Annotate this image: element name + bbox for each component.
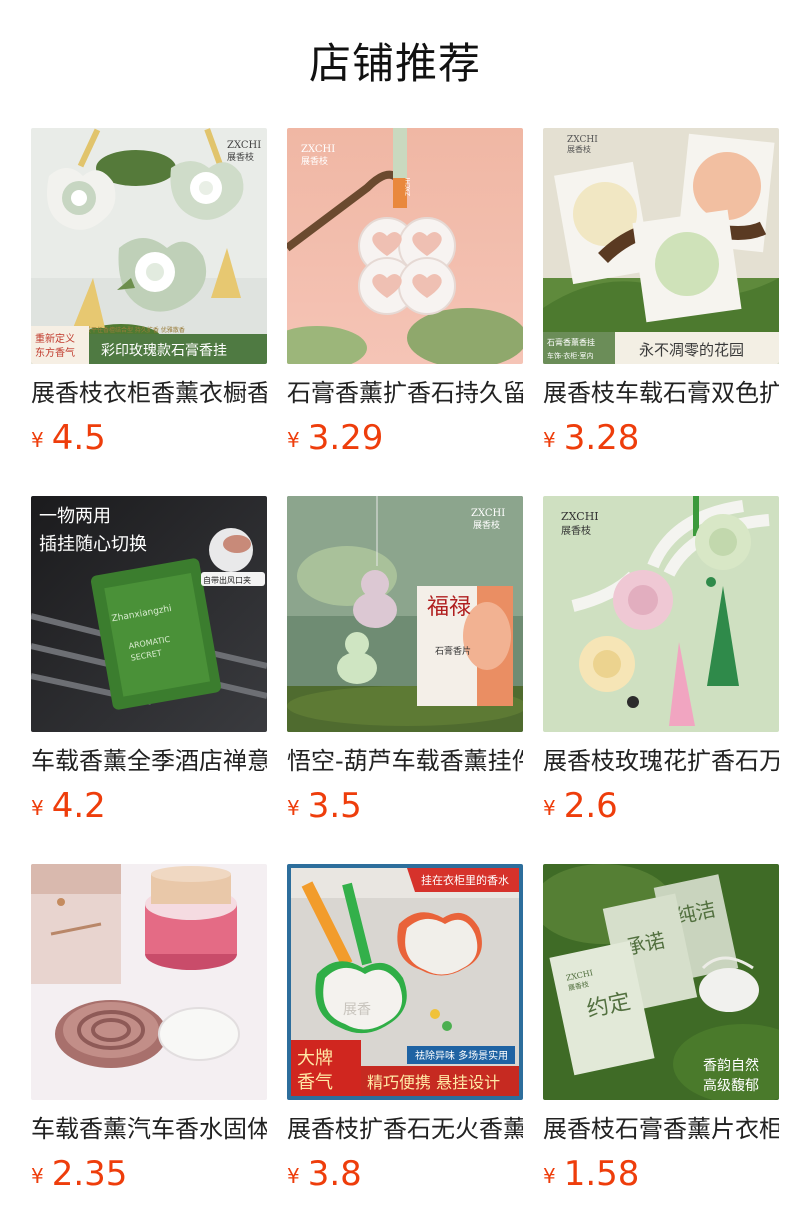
product-name[interactable]: 展香枝车载石膏双色扩香片: [543, 376, 779, 410]
caption1-text: 香韵自然: [703, 1057, 759, 1074]
product-name[interactable]: 车载香薰汽车香水固体膏: [31, 1112, 267, 1146]
product-name[interactable]: 展香枝扩香石无火香薰挂件: [287, 1112, 523, 1146]
currency-symbol: ¥: [543, 1164, 556, 1188]
product-card[interactable]: 纯洁 承诺 ZXCHI 展香枝 约定 香韵自然 高级馥郁 展香枝石膏香薰片衣柜挂…: [543, 864, 779, 1204]
tag-line1-text: 石膏香薰香挂: [547, 337, 595, 347]
hanging-aroma-stone-image: 展香 挂在衣柜里的香水 祛除异味 多场景实用 精巧便携 悬挂设计 大牌 香气: [287, 864, 523, 1100]
product-price: ¥4.2: [31, 784, 106, 828]
product-price: ¥1.58: [543, 1152, 639, 1196]
product-price: ¥3.8: [287, 1152, 362, 1196]
clover-stone-image: ZXCHI ZXCHI 展香枝: [287, 128, 523, 364]
brand-en-text: ZXCHI: [561, 510, 599, 523]
product-name[interactable]: 展香枝石膏香薰片衣柜挂: [543, 1112, 779, 1146]
product-price: ¥2.35: [31, 1152, 127, 1196]
product-name[interactable]: 石膏香薰扩香石持久留香: [287, 376, 523, 410]
currency-symbol: ¥: [287, 1164, 300, 1188]
badge-line2-text: 香气: [297, 1072, 333, 1093]
price-value: 1.58: [563, 1154, 640, 1194]
headline1-text: 一物两用: [39, 506, 111, 527]
rose-stone-tassel-image: ZXCHI 展香枝: [543, 496, 779, 732]
product-card[interactable]: ZXCHI 展香枝 石膏香薰香挂 车饰·衣柜·室内 永不凋零的花园 展香枝车载石…: [543, 128, 779, 468]
product-image[interactable]: 福禄 石膏香片 ZXCHI 展香枝: [287, 496, 523, 732]
plaster-aroma-sheet-boxes-image: 纯洁 承诺 ZXCHI 展香枝 约定 香韵自然 高级馥郁: [543, 864, 779, 1100]
gourd-car-aroma-image: 福禄 石膏香片 ZXCHI 展香枝: [287, 496, 523, 732]
product-card[interactable]: 福禄 石膏香片 ZXCHI 展香枝 悟空-葫芦车载香薰挂件 ¥3.5: [287, 496, 523, 836]
product-image[interactable]: ZXCHI 展香枝 石膏香薰香挂 车饰·衣柜·室内 永不凋零的花园: [543, 128, 779, 364]
price-value: 4.2: [51, 786, 106, 826]
store-recommendation-page: 店铺推荐 ZXCHI 展香枝 持段平任香檀结合型 持久扩香 优雅散香 重新定义 …: [0, 0, 790, 1232]
sub-tag-text: 祛除异味 多场景实用: [415, 1049, 508, 1062]
currency-symbol: ¥: [287, 796, 300, 820]
banner-text: 精巧便携 悬挂设计: [367, 1073, 500, 1092]
brand-cn-text: 展香枝: [567, 144, 591, 154]
product-name[interactable]: 展香枝衣柜香薰衣橱香片: [31, 376, 267, 410]
corner-tag-text: 挂在衣柜里的香水: [421, 873, 509, 887]
box-title-text: 福禄: [427, 595, 471, 620]
price-value: 3.29: [307, 418, 384, 458]
product-image[interactable]: 纯洁 承诺 ZXCHI 展香枝 约定 香韵自然 高级馥郁: [543, 864, 779, 1100]
product-price: ¥3.5: [287, 784, 362, 828]
badge-bottom-text: 东方香气: [35, 346, 75, 359]
brand-cn-text: 展香枝: [473, 519, 500, 531]
product-price: ¥3.28: [543, 416, 639, 460]
product-image[interactable]: Zhanxiangzhi AROMATIC SECRET 自带出风口夹 一物两用…: [31, 496, 267, 732]
brand-cn-text: 展香枝: [301, 155, 328, 167]
product-card[interactable]: ZXCHI ZXCHI 展香枝 石膏香薰扩香石持久留 ¥ 3.29: [287, 128, 523, 468]
product-price: ¥2.6: [543, 784, 618, 828]
car-aroma-pouch-image: Zhanxiangzhi AROMATIC SECRET 自带出风口夹 一物两用…: [31, 496, 267, 732]
currency-symbol: ¥: [543, 428, 556, 452]
solid-perfume-jar-image: [31, 864, 267, 1100]
ribbon-text: ZXCHI: [405, 178, 412, 196]
brand-en-text: ZXCHI: [567, 135, 598, 145]
product-price: ¥4.5: [31, 416, 106, 460]
currency-symbol: ¥: [31, 796, 44, 820]
product-card[interactable]: ZXCHI 展香枝 展香枝玫瑰花扩香石万能 ¥2.6: [543, 496, 779, 836]
product-image[interactable]: [31, 864, 267, 1100]
product-name[interactable]: 悟空-葫芦车载香薰挂件: [287, 744, 523, 778]
price-value: 3.8: [307, 1154, 362, 1194]
price-value: 2.6: [563, 786, 618, 826]
price-value: 2.35: [51, 1154, 128, 1194]
product-card[interactable]: 车载香薰汽车香水固体膏 ¥2.35: [31, 864, 267, 1204]
plate-text: 展香: [343, 1002, 371, 1018]
product-card[interactable]: 展香 挂在衣柜里的香水 祛除异味 多场景实用 精巧便携 悬挂设计 大牌 香气 展…: [287, 864, 523, 1204]
box-sub-text: 石膏香片: [435, 645, 471, 657]
product-image[interactable]: ZXCHI ZXCHI 展香枝: [287, 128, 523, 364]
badge-line1-text: 大牌: [297, 1048, 333, 1069]
brand-cn-text: 展香枝: [561, 524, 591, 537]
caption-text: 永不凋零的花园: [639, 341, 744, 359]
product-price: ¥3.29: [287, 416, 383, 460]
section-title: 店铺推荐: [308, 39, 481, 88]
fine-text: 持段平任香檀结合型 持久扩香 优雅散香: [79, 326, 185, 334]
price-value: 4.5: [51, 418, 106, 458]
brand-cn-text: 展香枝: [227, 151, 254, 163]
product-card[interactable]: ZXCHI 展香枝 持段平任香檀结合型 持久扩香 优雅散香 重新定义 东方香气 …: [31, 128, 267, 468]
product-name[interactable]: 展香枝玫瑰花扩香石万能: [543, 744, 779, 778]
headline2-text: 插挂随心切换: [39, 534, 147, 555]
currency-symbol: ¥: [543, 796, 556, 820]
product-image[interactable]: 展香 挂在衣柜里的香水 祛除异味 多场景实用 精巧便携 悬挂设计 大牌 香气: [287, 864, 523, 1100]
banner-text: 彩印玫瑰款石膏香挂: [101, 342, 227, 359]
currency-symbol: ¥: [31, 428, 44, 452]
brand-en-text: ZXCHI: [227, 140, 261, 151]
currency-symbol: ¥: [287, 428, 300, 452]
badge-top-text: 重新定义: [35, 332, 75, 345]
rose-plaster-hanger-image: ZXCHI 展香枝 持段平任香檀结合型 持久扩香 优雅散香 重新定义 东方香气 …: [31, 128, 267, 364]
caption2-text: 高级馥郁: [703, 1077, 759, 1094]
product-image[interactable]: ZXCHI 展香枝: [543, 496, 779, 732]
product-name[interactable]: 车载香薰全季酒店禅意香包: [31, 744, 267, 778]
product-image[interactable]: ZXCHI 展香枝 持段平任香檀结合型 持久扩香 优雅散香 重新定义 东方香气 …: [31, 128, 267, 364]
tag-line2-text: 车饰·衣柜·室内: [547, 351, 593, 360]
brand-en-text: ZXCHI: [471, 508, 505, 519]
clip-label-text: 自带出风口夹: [203, 575, 251, 585]
product-card[interactable]: Zhanxiangzhi AROMATIC SECRET 自带出风口夹 一物两用…: [31, 496, 267, 836]
currency-symbol: ¥: [31, 1164, 44, 1188]
brand-en-text: ZXCHI: [301, 144, 335, 155]
price-value: 3.5: [307, 786, 362, 826]
car-dual-color-stone-image: ZXCHI 展香枝 石膏香薰香挂 车饰·衣柜·室内 永不凋零的花园: [543, 128, 779, 364]
price-value: 3.28: [563, 418, 640, 458]
